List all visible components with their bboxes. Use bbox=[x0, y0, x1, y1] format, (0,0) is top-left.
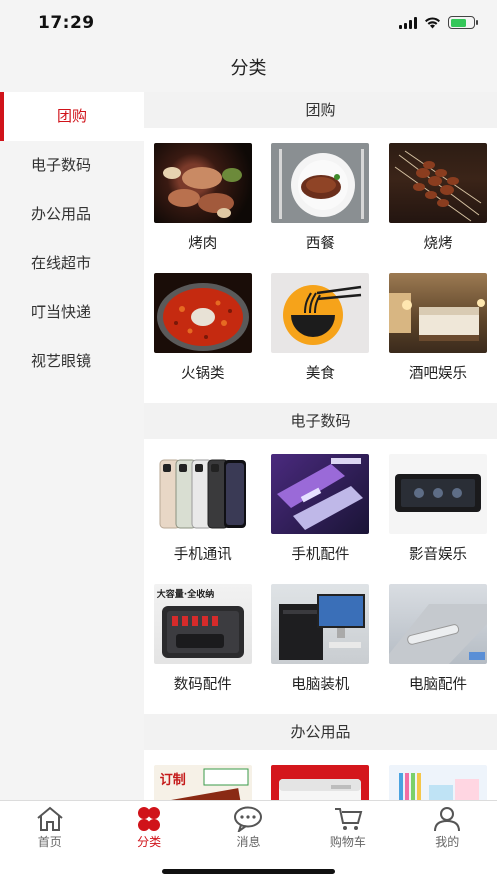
tab-label: 购物车 bbox=[329, 835, 366, 849]
section-header-group-buy: 团购 bbox=[144, 92, 497, 128]
status-bar: 17:29 bbox=[0, 0, 497, 46]
category-label: 数码配件 bbox=[173, 677, 232, 693]
category-label: 烧烤 bbox=[423, 236, 453, 252]
category-label: 美食 bbox=[305, 366, 335, 382]
category-item-pc-accessories[interactable]: 电脑配件 bbox=[379, 584, 497, 714]
sidebar-item-electronics[interactable]: 电子数码 bbox=[0, 141, 144, 190]
page-title: 分类 bbox=[230, 58, 267, 79]
category-item-western[interactable]: 西餐 bbox=[262, 143, 380, 273]
tab-label: 消息 bbox=[236, 835, 261, 849]
usb-hub-image bbox=[388, 584, 487, 664]
nav-bar: 分类 bbox=[0, 46, 497, 92]
category-item-food[interactable]: 美食 bbox=[262, 273, 380, 403]
wifi-icon bbox=[425, 16, 440, 28]
category-grid: 订制 bbox=[144, 750, 497, 800]
category-item-stationery[interactable] bbox=[379, 765, 497, 800]
tab-profile[interactable]: 我的 bbox=[398, 801, 497, 883]
battery-icon bbox=[448, 16, 478, 29]
noodle-bowl-image bbox=[271, 273, 370, 353]
grilled-meat-image bbox=[153, 143, 252, 223]
category-item-phone-accessories[interactable]: 手机配件 bbox=[262, 454, 380, 584]
section-header-office-supplies: 办公用品 bbox=[144, 714, 497, 750]
smartphones-image bbox=[153, 454, 252, 534]
category-label: 西餐 bbox=[305, 236, 335, 252]
category-sidebar: 团购 电子数码 办公用品 在线超市 叮当快递 视艺眼镜 bbox=[0, 92, 144, 800]
signal-icon bbox=[399, 16, 417, 29]
skewers-image bbox=[388, 143, 487, 223]
category-label: 烤肉 bbox=[188, 236, 218, 252]
category-label: 电脑装机 bbox=[291, 677, 350, 693]
category-item-media[interactable]: 影音娱乐 bbox=[379, 454, 497, 584]
category-item-bbq[interactable]: 烤肉 bbox=[144, 143, 262, 273]
phone-accessory-image bbox=[271, 454, 370, 534]
category-label: 火锅类 bbox=[181, 366, 225, 382]
tab-label: 首页 bbox=[37, 835, 62, 849]
sidebar-item-office-supplies[interactable]: 办公用品 bbox=[0, 190, 144, 239]
status-time: 17:29 bbox=[38, 13, 95, 33]
category-item-hotpot[interactable]: 火锅类 bbox=[144, 273, 262, 403]
home-indicator bbox=[162, 869, 335, 874]
sidebar-item-express-delivery[interactable]: 叮当快递 bbox=[0, 288, 144, 337]
category-label: 电脑配件 bbox=[408, 677, 467, 693]
status-icons bbox=[399, 16, 478, 29]
category-label: 手机通讯 bbox=[173, 547, 232, 563]
category-item-barbecue[interactable]: 烧烤 bbox=[379, 143, 497, 273]
message-icon bbox=[234, 806, 263, 832]
sidebar-list: 团购 电子数码 办公用品 在线超市 叮当快递 视艺眼镜 bbox=[0, 92, 144, 386]
category-grid: 烤肉 西餐 烧烤 火锅类 美食 酒吧娱乐 bbox=[144, 128, 497, 403]
storage-case-image: 大容量·全收纳 bbox=[153, 584, 252, 664]
desktop-pc-image bbox=[271, 584, 370, 664]
printer-image bbox=[271, 765, 370, 800]
category-item-mobile[interactable]: 手机通讯 bbox=[144, 454, 262, 584]
tab-label: 我的 bbox=[435, 835, 460, 849]
section-header-electronics: 电子数码 bbox=[144, 403, 497, 439]
tab-label: 分类 bbox=[137, 835, 162, 849]
category-content[interactable]: 团购 烤肉 西餐 烧烤 火锅类 美食 酒吧娱乐 电子数码 手机通讯 手机配件 影… bbox=[144, 92, 497, 800]
profile-icon bbox=[434, 807, 461, 832]
category-grid: 手机通讯 手机配件 影音娱乐 大容量·全收纳 数码配件 电脑装机 电脑配件 bbox=[144, 439, 497, 714]
stationery-image bbox=[388, 765, 487, 800]
hotpot-image bbox=[153, 273, 252, 353]
category-item-notebook[interactable]: 订制 bbox=[144, 765, 262, 800]
category-item-digital-accessories[interactable]: 大容量·全收纳 数码配件 bbox=[144, 584, 262, 714]
tab-home[interactable]: 首页 bbox=[0, 801, 99, 883]
notebook-image: 订制 bbox=[153, 765, 252, 800]
cart-icon bbox=[334, 808, 363, 830]
category-item-pc-build[interactable]: 电脑装机 bbox=[262, 584, 380, 714]
category-item-printer[interactable] bbox=[262, 765, 380, 800]
steak-plate-image bbox=[271, 143, 370, 223]
category-icon bbox=[138, 807, 161, 831]
home-icon bbox=[37, 806, 63, 831]
sidebar-item-eyewear[interactable]: 视艺眼镜 bbox=[0, 337, 144, 386]
category-item-bar[interactable]: 酒吧娱乐 bbox=[379, 273, 497, 403]
category-label: 酒吧娱乐 bbox=[408, 366, 467, 382]
media-device-image bbox=[388, 454, 487, 534]
category-label: 手机配件 bbox=[291, 547, 350, 563]
sidebar-item-group-buy[interactable]: 团购 bbox=[0, 92, 144, 141]
sidebar-item-online-supermarket[interactable]: 在线超市 bbox=[0, 239, 144, 288]
hotel-room-image bbox=[388, 273, 487, 353]
category-label: 影音娱乐 bbox=[408, 547, 467, 563]
